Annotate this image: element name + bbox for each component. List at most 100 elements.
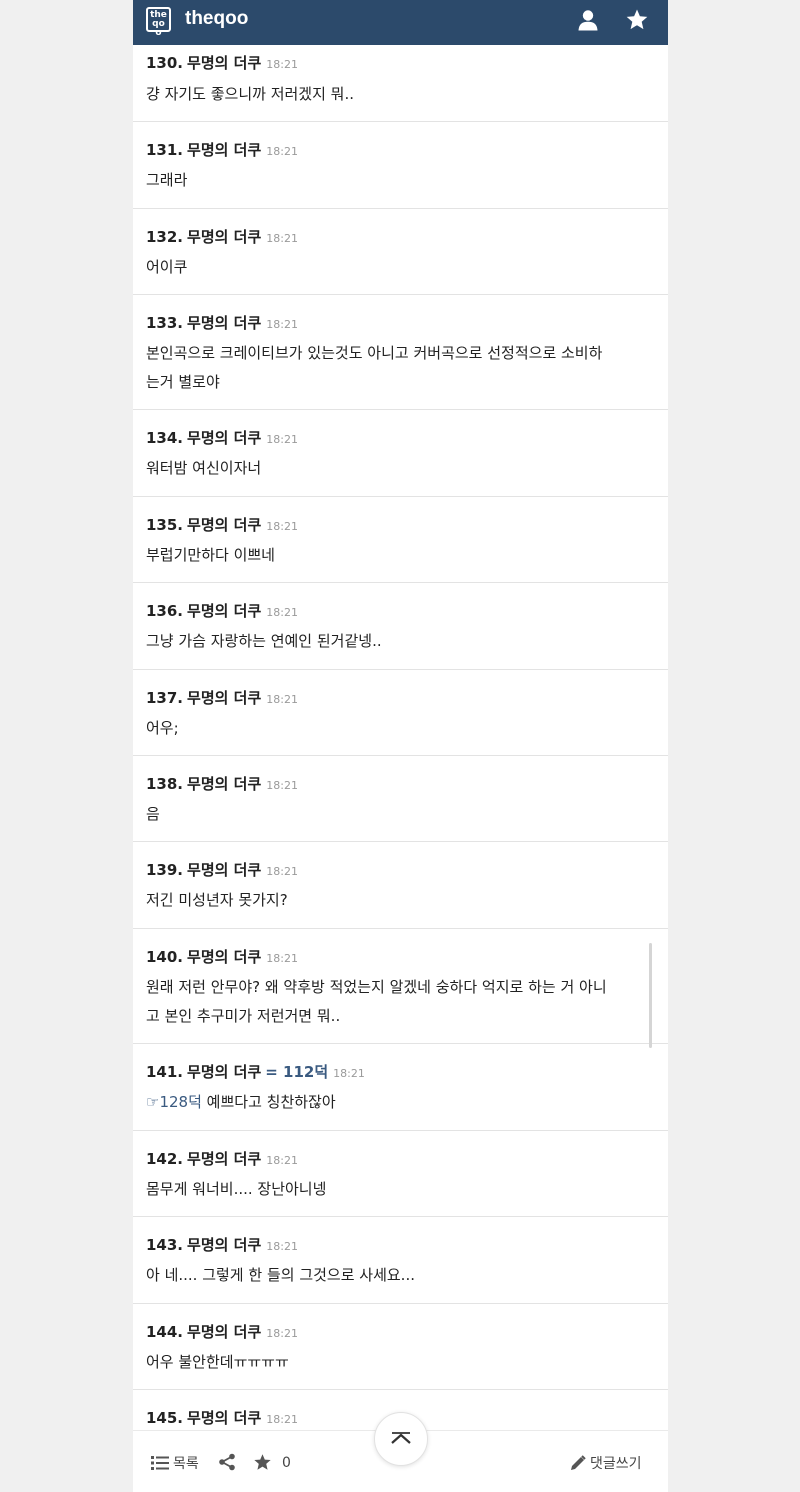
list-button[interactable]: 목록 — [151, 1453, 199, 1473]
site-name[interactable]: theqoo — [185, 8, 248, 30]
comment-header: 138. 무명의 더쿠 18:21 — [146, 773, 298, 794]
scroll-to-top-button[interactable] — [374, 1412, 428, 1466]
comment-body: 아 네.... 그렇게 한 들의 그것으로 사세요... — [146, 1266, 415, 1284]
comment-number: 139. — [146, 861, 184, 879]
comment-body-line: 원래 저런 안무야? 왜 약후방 적었는지 알겠네 숭하다 억지로 하는 거 아… — [146, 978, 607, 996]
comment-header: 143. 무명의 더쿠 18:21 — [146, 1234, 298, 1255]
comment-time: 18:21 — [266, 433, 298, 446]
comment-author[interactable]: 무명의 더쿠 — [187, 314, 261, 332]
comment-number: 144. — [146, 1323, 184, 1341]
top-navbar: the qoo theqoo — [133, 0, 668, 45]
comment-time: 18:21 — [266, 232, 298, 245]
comment-author[interactable]: 무명의 더쿠 — [187, 861, 261, 879]
comment-header: 145. 무명의 더쿠 18:21 — [146, 1407, 298, 1428]
comment-author[interactable]: 무명의 더쿠 — [187, 1150, 261, 1168]
comment-number: 130. — [146, 54, 184, 72]
comment-body: 몸무게 워너비.... 장난아니넹 — [146, 1180, 327, 1198]
comment-header: 132. 무명의 더쿠 18:21 — [146, 226, 298, 247]
comment-body: 워터밤 여신이자너 — [146, 459, 262, 477]
comment-header: 142. 무명의 더쿠 18:21 — [146, 1148, 298, 1169]
comment-header: 140. 무명의 더쿠 18:21 — [146, 946, 298, 967]
comment-time: 18:21 — [266, 520, 298, 533]
comment-header: 137. 무명의 더쿠 18:21 — [146, 687, 298, 708]
comment-item: 143. 무명의 더쿠 18:21 아 네.... 그렇게 한 들의 그것으로 사세… — [133, 1217, 668, 1304]
comment-time: 18:21 — [333, 1067, 365, 1080]
comment-time: 18:21 — [266, 779, 298, 792]
comment-author[interactable]: 무명의 더쿠 — [187, 1409, 261, 1427]
share-icon — [219, 1453, 235, 1471]
comment-number: 134. — [146, 429, 184, 447]
comment-author[interactable]: 무명의 더쿠 — [187, 429, 261, 447]
write-comment-button[interactable]: 댓글쓰기 — [570, 1453, 642, 1473]
comment-body: ☞128덕 예쁘다고 칭찬하잖아 — [146, 1088, 651, 1117]
list-button-label: 목록 — [173, 1456, 199, 1472]
comment-number: 132. — [146, 228, 184, 246]
comment-number: 138. — [146, 775, 184, 793]
star-icon[interactable] — [625, 8, 649, 32]
comment-number: 141. — [146, 1063, 184, 1081]
scroll-indicator[interactable] — [649, 943, 652, 1048]
comment-author[interactable]: 무명의 더쿠 — [187, 516, 261, 534]
list-icon — [151, 1456, 169, 1470]
comment-author[interactable]: 무명의 더쿠 — [187, 1236, 261, 1254]
comment-number: 135. — [146, 516, 184, 534]
favorite-count: 0 — [282, 1454, 291, 1471]
comment-author[interactable]: 무명의 더쿠 — [187, 602, 261, 620]
comment-number: 136. — [146, 602, 184, 620]
comment-body: 그냥 가슴 자랑하는 연예인 된거같넹.. — [146, 632, 382, 650]
pencil-icon — [571, 1455, 586, 1470]
comment-header: 131. 무명의 더쿠 18:21 — [146, 139, 298, 160]
comment-body: 어우 불안한데ㅠㅠㅠㅠ — [146, 1353, 289, 1371]
comment-header: 130. 무명의 더쿠 18:21 — [146, 52, 298, 73]
comment-body: 어이쿠 — [146, 258, 188, 276]
comment-item: 141. 무명의 더쿠 = 112덕 18:21 ☞128덕 예쁘다고 칭찬하잖아 — [133, 1044, 668, 1131]
comment-number: 145. — [146, 1409, 184, 1427]
comment-item: 132. 무명의 더쿠 18:21 어이쿠 — [133, 209, 668, 295]
comment-body-line: 본인곡으로 크레이티브가 있는것도 아니고 커버곡으로 선정적으로 소비하 — [146, 344, 603, 362]
comment-body: 어우; — [146, 719, 179, 737]
comment-author[interactable]: 무명의 더쿠 — [187, 775, 261, 793]
comment-author[interactable]: 무명의 더쿠 — [187, 689, 261, 707]
comment-body: 걍 자기도 좋으니까 저러겠지 뭐.. — [146, 85, 355, 103]
comment-time: 18:21 — [266, 1240, 298, 1253]
comment-number: 131. — [146, 141, 184, 159]
comment-number: 137. — [146, 689, 184, 707]
favorite-button[interactable]: 0 — [253, 1453, 291, 1472]
comment-header: 139. 무명의 더쿠 18:21 — [146, 859, 298, 880]
comment-time: 18:21 — [266, 693, 298, 706]
comment-time: 18:21 — [266, 865, 298, 878]
comment-body-line: 는거 별로야 — [146, 373, 220, 391]
comment-item: 136. 무명의 더쿠 18:21 그냥 가슴 자랑하는 연예인 된거같넹.. — [133, 583, 668, 670]
user-icon[interactable] — [576, 8, 600, 32]
comment-item: 144. 무명의 더쿠 18:21 어우 불안한데ㅠㅠㅠㅠ — [133, 1304, 668, 1390]
comment-author[interactable]: 무명의 더쿠 — [187, 1063, 261, 1081]
comment-header: 133. 무명의 더쿠 18:21 — [146, 312, 298, 333]
comment-author[interactable]: 무명의 더쿠 — [187, 1323, 261, 1341]
comment-time: 18:21 — [266, 318, 298, 331]
comment-author[interactable]: 무명의 더쿠 — [187, 54, 261, 72]
app-container: the qoo theqoo 130. 무명의 더쿠 18:21 걍 자기도 좋으니… — [133, 0, 668, 1492]
comment-number: 142. — [146, 1150, 184, 1168]
site-logo[interactable]: the qoo — [146, 7, 171, 38]
share-button[interactable] — [218, 1453, 240, 1471]
reply-target-link[interactable]: = 112덕 — [265, 1063, 328, 1081]
comment-item: 131. 무명의 더쿠 18:21 그래라 — [133, 122, 668, 209]
comment-author[interactable]: 무명의 더쿠 — [187, 228, 261, 246]
comment-item: 135. 무명의 더쿠 18:21 부럽기만하다 이쁘네 — [133, 497, 668, 583]
quote-link[interactable]: ☞128덕 — [146, 1093, 202, 1111]
comment-body-line: 고 본인 추구미가 저런거면 뭐.. — [146, 1007, 341, 1025]
comment-item: 133. 무명의 더쿠 18:21 본인곡으로 크레이티브가 있는것도 아니고 커버… — [133, 295, 668, 410]
comment-item: 137. 무명의 더쿠 18:21 어우; — [133, 670, 668, 756]
comment-header: 144. 무명의 더쿠 18:21 — [146, 1321, 298, 1342]
comment-body: 원래 저런 안무야? 왜 약후방 적었는지 알겠네 숭하다 억지로 하는 거 아… — [146, 973, 651, 1031]
comment-item: 140. 무명의 더쿠 18:21 원래 저런 안무야? 왜 약후방 적었는지 알겠… — [133, 929, 668, 1044]
comment-body: 본인곡으로 크레이티브가 있는것도 아니고 커버곡으로 선정적으로 소비하 는거… — [146, 339, 651, 397]
comment-time: 18:21 — [266, 952, 298, 965]
comment-header: 135. 무명의 더쿠 18:21 — [146, 514, 298, 535]
comment-author[interactable]: 무명의 더쿠 — [187, 948, 261, 966]
comment-body: 음 — [146, 805, 160, 823]
comment-body: 저긴 미성년자 못가지? — [146, 891, 288, 909]
comment-number: 133. — [146, 314, 184, 332]
comment-number: 140. — [146, 948, 184, 966]
comment-author[interactable]: 무명의 더쿠 — [187, 141, 261, 159]
